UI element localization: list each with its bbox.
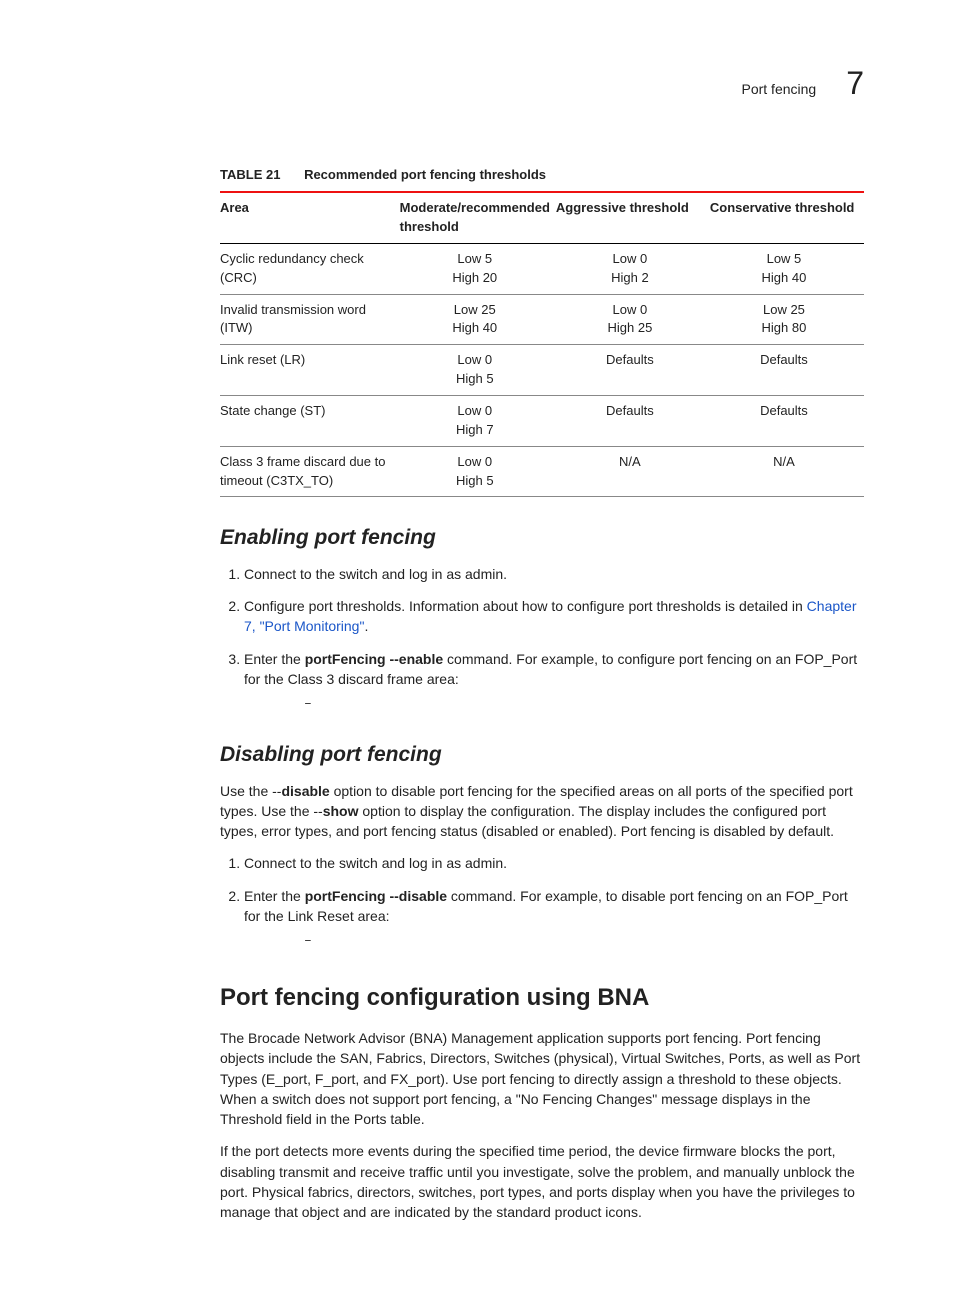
cell-aggressive: Low 0High 2 [556, 243, 710, 294]
heading-enabling-port-fencing: Enabling port fencing [220, 523, 864, 553]
col-header-area: Area [220, 192, 400, 243]
cell-area: State change (ST) [220, 395, 400, 446]
step-item: Connect to the switch and log in as admi… [244, 853, 864, 873]
enabling-steps: Connect to the switch and log in as admi… [220, 564, 864, 714]
col-header-aggressive: Aggressive threshold [556, 192, 710, 243]
col-header-conservative: Conservative threshold [710, 192, 864, 243]
step-text: Configure port thresholds. Information a… [244, 598, 807, 614]
bna-paragraph-1: The Brocade Network Advisor (BNA) Manage… [220, 1028, 864, 1129]
cell-aggressive: Defaults [556, 345, 710, 396]
step-item: Enter the portFencing --enable command. … [244, 649, 864, 714]
code-block: – [304, 695, 864, 714]
step-text-tail: . [364, 618, 368, 634]
cell-moderate: Low 25High 40 [400, 294, 556, 345]
table-caption: TABLE 21 Recommended port fencing thresh… [220, 166, 864, 185]
command-name: portFencing --disable [305, 888, 447, 904]
step-text: Connect to the switch and log in as admi… [244, 855, 507, 871]
command-name: portFencing --enable [305, 651, 443, 667]
option-disable: disable [281, 783, 329, 799]
option-show: show [323, 803, 359, 819]
text: Use the -- [220, 783, 281, 799]
cell-conservative: Defaults [710, 395, 864, 446]
code-block: – [304, 932, 864, 951]
cell-aggressive: Low 0High 25 [556, 294, 710, 345]
page: Port fencing 7 TABLE 21 Recommended port… [0, 0, 954, 1295]
cell-area: Link reset (LR) [220, 345, 400, 396]
step-text: Connect to the switch and log in as admi… [244, 566, 507, 582]
disabling-steps: Connect to the switch and log in as admi… [220, 853, 864, 951]
cell-aggressive: Defaults [556, 395, 710, 446]
thresholds-table: Area Moderate/recommended threshold Aggr… [220, 191, 864, 497]
table-row: Class 3 frame discard due to timeout (C3… [220, 446, 864, 497]
cell-moderate: Low 5High 20 [400, 243, 556, 294]
running-header-chapter-number: 7 [846, 60, 864, 106]
heading-bna-configuration: Port fencing configuration using BNA [220, 981, 864, 1016]
cell-area: Cyclic redundancy check (CRC) [220, 243, 400, 294]
cell-conservative: N/A [710, 446, 864, 497]
disabling-intro: Use the --disable option to disable port… [220, 781, 864, 842]
table-row: Invalid transmission word (ITW) Low 25Hi… [220, 294, 864, 345]
table-row: Link reset (LR) Low 0High 5 Defaults Def… [220, 345, 864, 396]
cell-conservative: Defaults [710, 345, 864, 396]
table-number: TABLE 21 [220, 167, 280, 182]
table-row: Cyclic redundancy check (CRC) Low 5High … [220, 243, 864, 294]
table-header-row: Area Moderate/recommended threshold Aggr… [220, 192, 864, 243]
cell-area: Class 3 frame discard due to timeout (C3… [220, 446, 400, 497]
cell-conservative: Low 5High 40 [710, 243, 864, 294]
running-header: Port fencing 7 [90, 60, 864, 106]
step-item: Connect to the switch and log in as admi… [244, 564, 864, 584]
col-header-moderate: Moderate/recommended threshold [400, 192, 556, 243]
cell-moderate: Low 0High 5 [400, 446, 556, 497]
step-text: Enter the [244, 651, 305, 667]
heading-disabling-port-fencing: Disabling port fencing [220, 740, 864, 770]
running-header-title: Port fencing [741, 79, 816, 99]
bna-paragraph-2: If the port detects more events during t… [220, 1141, 864, 1222]
step-item: Enter the portFencing --disable command.… [244, 886, 864, 951]
step-item: Configure port thresholds. Information a… [244, 596, 864, 637]
table-row: State change (ST) Low 0High 7 Defaults D… [220, 395, 864, 446]
cell-area: Invalid transmission word (ITW) [220, 294, 400, 345]
cell-moderate: Low 0High 5 [400, 345, 556, 396]
table-title: Recommended port fencing thresholds [304, 167, 546, 182]
cell-conservative: Low 25High 80 [710, 294, 864, 345]
cell-moderate: Low 0High 7 [400, 395, 556, 446]
cell-aggressive: N/A [556, 446, 710, 497]
step-text: Enter the [244, 888, 305, 904]
content-area: TABLE 21 Recommended port fencing thresh… [90, 166, 864, 1222]
